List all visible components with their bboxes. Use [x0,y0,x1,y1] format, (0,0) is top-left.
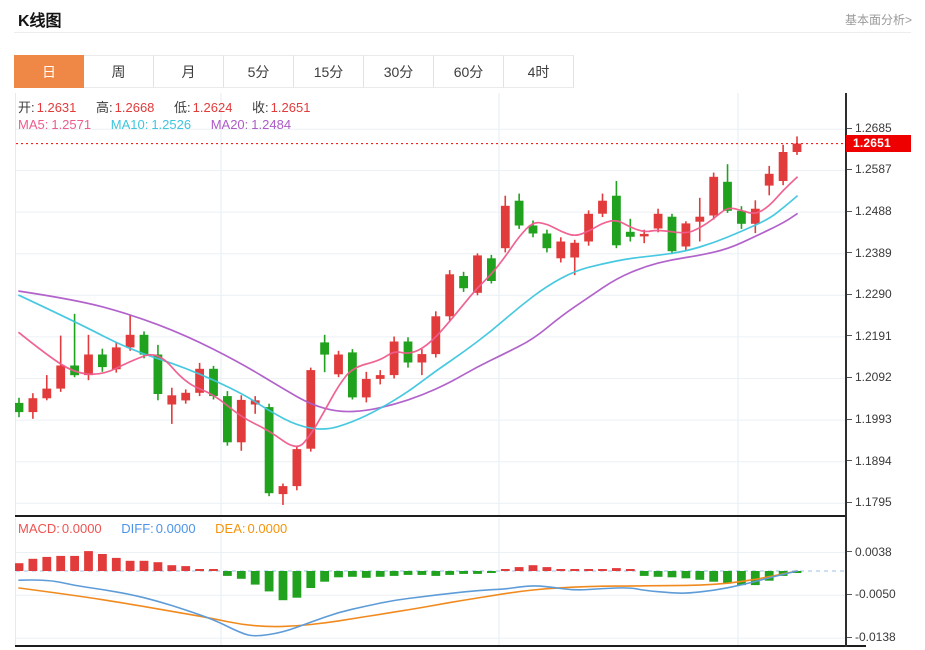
bottom-border [15,645,866,647]
last-price-badge: 1.2651 [846,135,911,152]
period-tab-2[interactable]: 月 [154,55,224,88]
candlestick-chart[interactable] [15,93,847,516]
dea-value: 0.0000 [247,521,288,536]
price-tick-6: 1.2092 [847,370,892,384]
price-tick-3: 1.2389 [847,246,892,260]
period-tab-0[interactable]: 日 [14,55,84,88]
open-value: 1.2631 [36,100,77,115]
price-tick-2: 1.2488 [847,204,892,218]
period-tab-3[interactable]: 5分 [224,55,294,88]
low-value: 1.2624 [192,100,233,115]
macd-tick-0: 0.0038 [847,545,892,559]
panel-divider [15,515,847,517]
close-label: 收: [252,100,269,115]
open-label: 开: [18,100,35,115]
period-tab-6[interactable]: 60分 [434,55,504,88]
period-tab-1[interactable]: 周 [84,55,154,88]
diff-label: DIFF: [121,521,154,536]
macd-tick-1: -0.0050 [847,587,896,601]
price-tick-0: 1.2685 [847,121,892,135]
high-label: 高: [96,100,113,115]
period-tab-4[interactable]: 15分 [294,55,364,88]
ma20-value: 1.2484 [251,117,292,132]
ma5-label: MA5: [18,117,49,132]
price-tick-1: 1.2587 [847,162,892,176]
macd-label: MACD: [18,521,60,536]
ma20-label: MA20: [210,117,249,132]
ma10-label: MA10: [110,117,149,132]
low-label: 低: [174,100,191,115]
macd-tick-2: -0.0138 [847,630,896,644]
price-tick-7: 1.1993 [847,412,892,426]
period-tab-7[interactable]: 4时 [504,55,574,88]
kline-widget: K线图 基本面分析> 日周月 5分 15分 30分 60分 4时 开: 1.2631 高: 1… [0,0,925,650]
price-tick-5: 1.2191 [847,329,892,343]
ohlc-row: 开: 1.2631 高: 1.2668 低: 1.2624 收: 1.2651 [18,97,310,116]
price-tick-9: 1.1795 [847,495,892,509]
header-divider [14,32,911,33]
page-title: K线图 [18,13,62,30]
close-value: 1.2651 [270,100,311,115]
macd-value: 0.0000 [61,521,102,536]
period-tab-5[interactable]: 30分 [364,55,434,88]
ma-row: MA5: 1.2571 MA10: 1.2526 MA20: 1.2484 [18,117,291,132]
price-tick-4: 1.2290 [847,287,892,301]
macd-row: MACD: 0.0000 DIFF: 0.0000 DEA: 0.0000 [18,521,287,536]
price-axis: 1.2685 1.2587 1.2488 1.2389 1.2290 1.2191 1.20… [847,0,925,650]
period-tabs: 日周月 5分 15分 30分 60分 4时 [14,55,574,88]
ma10-value: 1.2526 [151,117,192,132]
dea-label: DEA: [215,521,246,536]
ma5-value: 1.2571 [51,117,92,132]
diff-value: 0.0000 [155,521,196,536]
high-value: 1.2668 [114,100,155,115]
macd-chart[interactable] [15,518,847,647]
price-tick-8: 1.1894 [847,454,892,468]
